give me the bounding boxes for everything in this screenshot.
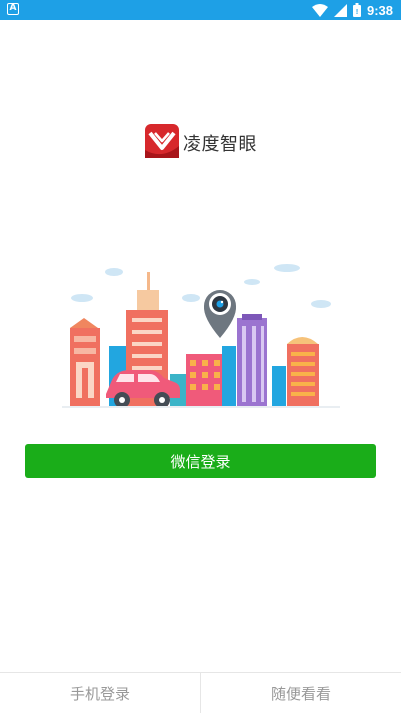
- bottom-bar: 手机登录 随便看看: [0, 672, 401, 713]
- location-pin-camera-icon: [203, 290, 237, 338]
- wifi-icon: [311, 3, 328, 17]
- battery-icon: !: [352, 3, 361, 17]
- building-pink: [186, 354, 224, 406]
- city-car-illustration: [62, 264, 340, 408]
- browse-button[interactable]: 随便看看: [201, 673, 401, 713]
- app-logo-icon: [145, 124, 179, 158]
- cloud-icon: [71, 264, 331, 308]
- building-left: [70, 318, 100, 406]
- status-icons: ! 9:38: [311, 0, 393, 20]
- svg-text:!: !: [356, 9, 358, 16]
- app-notification-icon: A: [7, 3, 19, 15]
- signal-icon: [333, 3, 347, 17]
- app-name: 凌度智眼: [183, 134, 257, 155]
- building-purple: [237, 314, 267, 406]
- status-time: 9:38: [366, 2, 393, 18]
- phone-login-button[interactable]: 手机登录: [0, 673, 200, 713]
- status-bar: A ! 9:38: [0, 0, 401, 20]
- wechat-login-button[interactable]: 微信登录: [25, 444, 376, 478]
- building-right: [287, 337, 319, 406]
